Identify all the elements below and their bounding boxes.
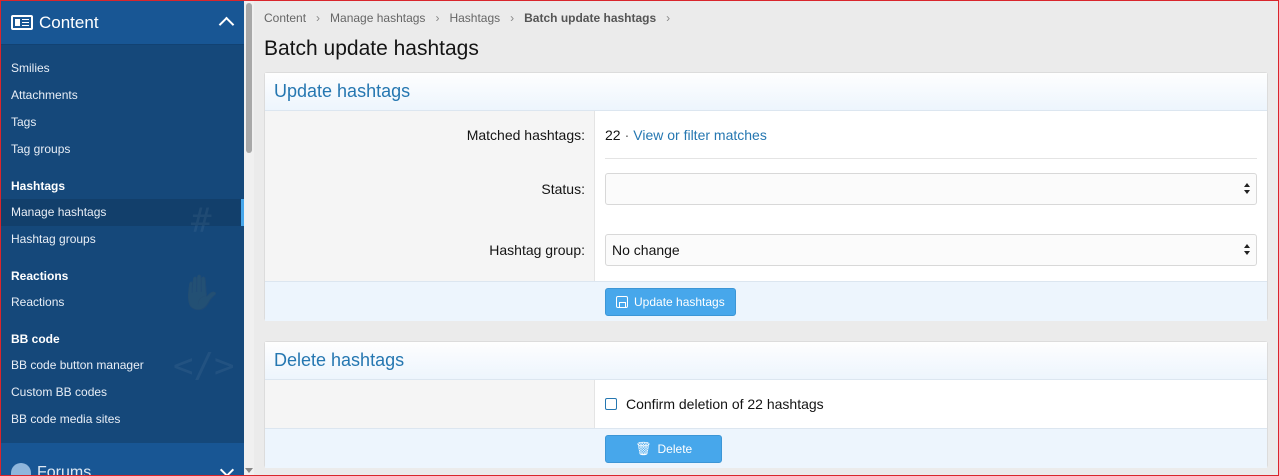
- confirm-delete-row: Confirm deletion of 22 hashtags: [265, 380, 1267, 428]
- hashtag-group-label: Hashtag group:: [265, 220, 595, 281]
- hashtag-group-select-value: No change: [612, 242, 680, 258]
- thumbs-up-watermark-icon: ✋: [179, 273, 222, 313]
- delete-button[interactable]: 🗑 Delete: [605, 434, 723, 463]
- confirm-delete-label[interactable]: Confirm deletion of 22 hashtags: [626, 396, 824, 412]
- hashtag-watermark-icon: #: [191, 201, 212, 241]
- breadcrumb-separator-icon: ›: [510, 11, 515, 25]
- matched-hashtags-label: Matched hashtags:: [265, 111, 595, 159]
- breadcrumb-separator-icon: ›: [316, 11, 321, 25]
- sidebar: Content Smilies Attachments Tags Tag gro…: [1, 1, 244, 475]
- scroll-down-arrow-icon[interactable]: [245, 468, 253, 473]
- status-select[interactable]: [605, 173, 1257, 205]
- main-content: Content › Manage hashtags › Hashtags › B…: [264, 0, 1268, 72]
- page-title: Batch update hashtags: [264, 37, 479, 60]
- breadcrumb-separator-icon: ›: [435, 11, 440, 25]
- breadcrumb: Content › Manage hashtags › Hashtags › B…: [264, 0, 1268, 36]
- matched-hashtags-row: Matched hashtags: 22 · View or filter ma…: [265, 111, 1267, 159]
- delete-form-footer: 🗑 Delete: [265, 428, 1267, 468]
- sidebar-section-title: Content: [39, 12, 99, 32]
- delete-hashtags-header: Delete hashtags: [265, 342, 1267, 380]
- select-arrows-icon: [1244, 183, 1252, 195]
- sidebar-item-attachments[interactable]: Attachments: [1, 82, 244, 109]
- confirm-delete-value-cell: Confirm deletion of 22 hashtags: [595, 380, 1267, 428]
- status-label: Status:: [265, 159, 595, 220]
- matched-hashtags-value: 22 · View or filter matches: [605, 111, 1257, 159]
- chevron-up-icon[interactable]: [218, 16, 235, 33]
- matched-separator: ·: [624, 126, 630, 143]
- update-hashtags-button-label: Update hashtags: [634, 294, 725, 309]
- view-filter-matches-link[interactable]: View or filter matches: [633, 127, 767, 143]
- update-form-footer: Update hashtags: [265, 281, 1267, 321]
- breadcrumb-hashtags[interactable]: Hashtags: [449, 11, 500, 25]
- sidebar-group-hashtags: Hashtags: [11, 179, 66, 193]
- delete-button-label: Delete: [657, 441, 693, 456]
- matched-count: 22: [605, 126, 621, 143]
- sidebar-item-tags[interactable]: Tags: [1, 109, 244, 136]
- content-icon: [11, 15, 33, 30]
- confirm-delete-checkbox[interactable]: [605, 398, 617, 410]
- sidebar-item-tag-groups[interactable]: Tag groups: [1, 136, 244, 163]
- hashtag-group-value-cell: No change: [595, 220, 1267, 281]
- scrollbar-thumb[interactable]: [246, 3, 252, 153]
- sidebar-item-smilies[interactable]: Smilies: [1, 55, 244, 82]
- forums-icon: [11, 463, 31, 475]
- sidebar-section-header-content[interactable]: Content: [1, 1, 244, 45]
- status-row: Status:: [265, 159, 1267, 220]
- select-arrows-icon: [1244, 244, 1252, 256]
- update-hashtags-block: Update hashtags Matched hashtags: 22 · V…: [264, 72, 1268, 321]
- breadcrumb-separator-icon: ›: [666, 11, 671, 25]
- sidebar-scrollbar[interactable]: [244, 1, 254, 475]
- hashtag-group-row: Hashtag group: No change: [265, 220, 1267, 281]
- breadcrumb-manage-hashtags[interactable]: Manage hashtags: [330, 11, 425, 25]
- chevron-down-icon[interactable]: [219, 462, 235, 475]
- update-hashtags-button[interactable]: Update hashtags: [605, 287, 736, 316]
- sidebar-section-header-forums[interactable]: Forums: [1, 443, 244, 475]
- confirm-delete-label-cell: [265, 380, 595, 428]
- breadcrumb-content[interactable]: Content: [264, 11, 306, 25]
- delete-hashtags-block: Delete hashtags Confirm deletion of 22 h…: [264, 341, 1268, 468]
- update-hashtags-header: Update hashtags: [265, 73, 1267, 111]
- hashtag-group-select[interactable]: No change: [605, 234, 1257, 266]
- code-watermark-icon: </>: [173, 346, 235, 386]
- trash-icon: 🗑: [635, 440, 652, 456]
- breadcrumb-batch-update[interactable]: Batch update hashtags: [524, 11, 656, 25]
- sidebar-footer-label: Forums: [37, 464, 92, 475]
- save-icon: [616, 295, 628, 308]
- status-value-cell: [595, 159, 1267, 220]
- sidebar-item-bbcode-media-sites[interactable]: BB code media sites: [1, 406, 244, 433]
